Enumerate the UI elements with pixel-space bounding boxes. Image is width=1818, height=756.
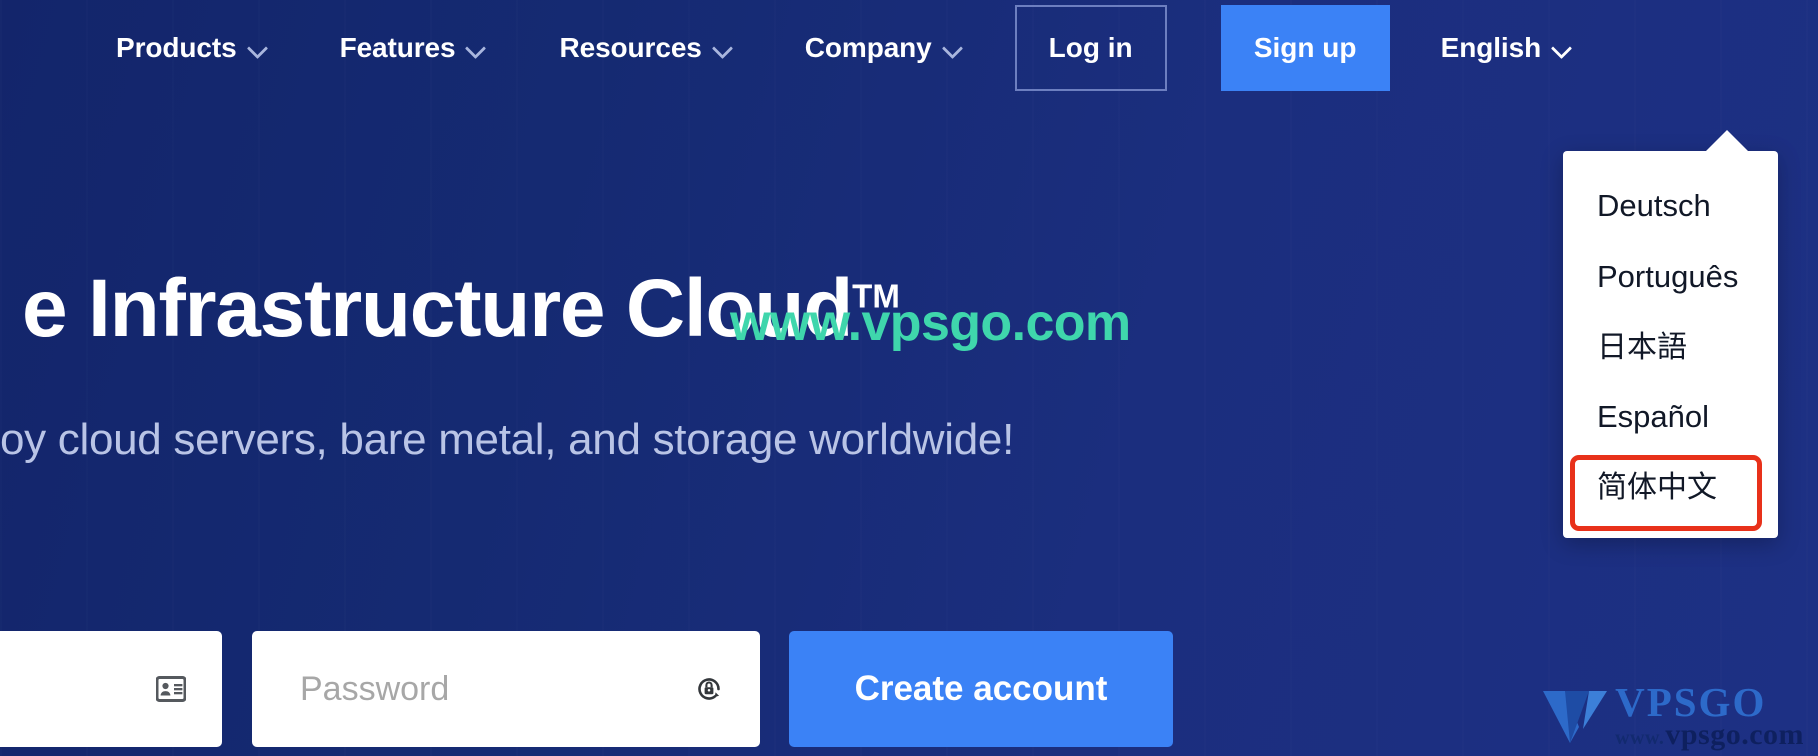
password-field-placeholder: Password xyxy=(300,669,450,708)
vpsgo-v-mark-icon xyxy=(1543,687,1609,750)
top-navigation-bar: Products Features Resources Company Log … xyxy=(0,0,1818,96)
nav-item-company[interactable]: Company xyxy=(805,32,962,64)
language-option-label: Deutsch xyxy=(1597,188,1711,223)
chevron-down-icon xyxy=(943,39,962,58)
create-account-button[interactable]: Create account xyxy=(789,631,1173,747)
nav-item-resources[interactable]: Resources xyxy=(559,32,731,64)
contact-card-icon xyxy=(154,672,188,706)
hero-subtitle: oy cloud servers, bare metal, and storag… xyxy=(0,415,1015,464)
vpsgo-www-prefix: www. xyxy=(1615,727,1665,749)
chevron-down-icon xyxy=(466,39,485,58)
vpsgo-wordmark: VPSGO www. vpsgo.com xyxy=(1615,682,1804,750)
language-option-portugues[interactable]: Português xyxy=(1563,242,1778,313)
password-field[interactable]: Password xyxy=(252,631,760,747)
language-option-espanol[interactable]: Español xyxy=(1563,382,1778,453)
language-option-label: 日本語 xyxy=(1597,330,1687,364)
page-root: Products Features Resources Company Log … xyxy=(0,0,1818,756)
vpsgo-url-row: www. vpsgo.com xyxy=(1615,720,1804,750)
signup-button-label: Sign up xyxy=(1253,32,1357,63)
chevron-down-icon xyxy=(713,39,732,58)
language-option-japanese[interactable]: 日本語 xyxy=(1563,313,1778,383)
nav-item-label: Features xyxy=(339,32,456,63)
login-button-label: Log in xyxy=(1048,32,1133,63)
nav-item-label: Products xyxy=(116,32,237,63)
nav-item-products[interactable]: Products xyxy=(116,32,267,64)
language-option-simplified-chinese[interactable]: 简体中文 xyxy=(1563,453,1778,531)
chevron-down-icon xyxy=(248,39,267,58)
hero-title-text: e Infrastructure Cloud xyxy=(22,263,853,354)
language-selector-button[interactable]: English xyxy=(1441,32,1571,64)
language-option-label: Português xyxy=(1597,258,1739,294)
login-button[interactable]: Log in xyxy=(1014,5,1167,91)
language-option-label: 简体中文 xyxy=(1597,470,1717,504)
dropdown-arrow-pointer xyxy=(1705,130,1749,152)
language-dropdown-menu: Deutsch Português 日本語 Español 简体中文 xyxy=(1563,130,1778,539)
vpsgo-brand-text: VPSGO xyxy=(1615,679,1767,725)
email-field[interactable] xyxy=(0,631,222,747)
language-option-label: Español xyxy=(1597,399,1710,434)
nav-item-label: Resources xyxy=(559,32,702,63)
nav-item-label: Company xyxy=(804,32,932,63)
vpsgo-logo-watermark: VPSGO www. vpsgo.com xyxy=(1543,682,1804,750)
lock-refresh-icon[interactable] xyxy=(692,672,726,706)
chevron-down-icon xyxy=(1552,39,1571,58)
vpsgo-domain-text: vpsgo.com xyxy=(1665,718,1804,751)
nav-item-features[interactable]: Features xyxy=(340,32,486,64)
site-watermark-text: www.vpsgo.com xyxy=(730,294,1131,352)
language-selector-label: English xyxy=(1440,32,1542,63)
signup-button[interactable]: Sign up xyxy=(1220,5,1390,91)
language-option-deutsch[interactable]: Deutsch xyxy=(1563,171,1778,242)
create-account-button-label: Create account xyxy=(854,669,1108,708)
